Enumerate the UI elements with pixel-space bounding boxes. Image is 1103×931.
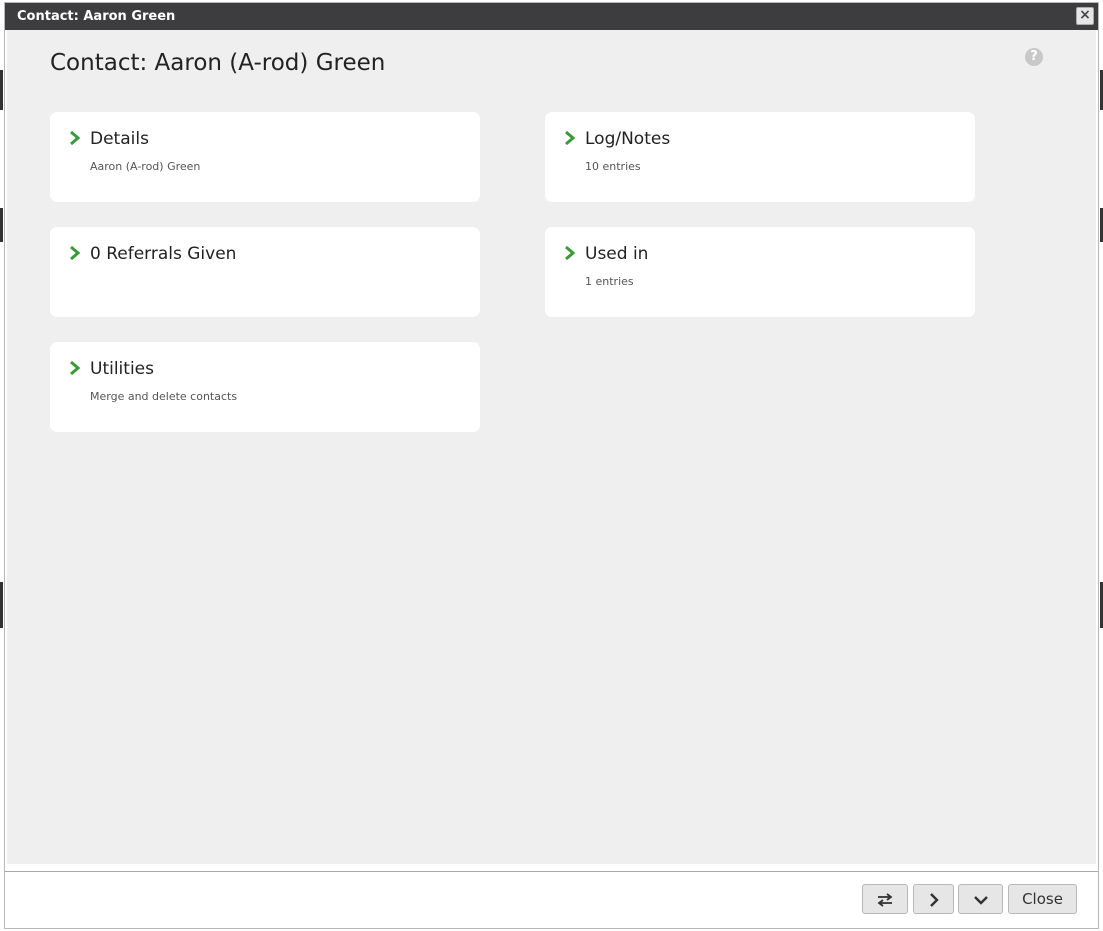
card-used-in[interactable]: Used in 1 entries <box>545 227 975 317</box>
card-log-notes[interactable]: Log/Notes 10 entries <box>545 112 975 202</box>
dialog-close-button[interactable]: × <box>1076 7 1094 25</box>
card-subtitle: 1 entries <box>585 275 634 288</box>
expand-button[interactable] <box>958 884 1003 914</box>
card-title: Used in <box>585 244 649 264</box>
help-icon[interactable]: ? <box>1025 48 1043 66</box>
close-button[interactable]: Close <box>1008 884 1077 914</box>
background-edge-mark <box>0 70 3 110</box>
swap-arrows-icon <box>877 892 893 907</box>
card-title: Details <box>90 129 149 149</box>
contact-dialog: Contact: Aaron Green × Contact: Aaron (A… <box>4 2 1099 929</box>
chevron-right-icon <box>565 130 576 146</box>
card-subtitle: Merge and delete contacts <box>90 390 238 403</box>
chevron-right-icon <box>70 360 81 376</box>
card-title: Utilities <box>90 359 154 379</box>
background-edge-mark <box>0 208 3 242</box>
card-subtitle: 10 entries <box>585 160 641 173</box>
swap-button[interactable] <box>862 884 908 914</box>
card-referrals-given[interactable]: 0 Referrals Given <box>50 227 480 317</box>
chevron-right-icon <box>565 245 576 261</box>
card-title: 0 Referrals Given <box>90 244 237 264</box>
card-subtitle: Aaron (A-rod) Green <box>90 160 201 173</box>
chevron-right-icon <box>70 130 81 146</box>
dialog-titlebar[interactable]: Contact: Aaron Green × <box>5 3 1098 30</box>
next-button[interactable] <box>913 884 954 914</box>
background-edge-mark <box>0 582 3 628</box>
dialog-content: Contact: Aaron (A-rod) Green ? Details A… <box>7 30 1096 864</box>
page-title: Contact: Aaron (A-rod) Green <box>50 50 386 76</box>
card-utilities[interactable]: Utilities Merge and delete contacts <box>50 342 480 432</box>
chevron-right-icon <box>929 892 939 907</box>
card-details[interactable]: Details Aaron (A-rod) Green <box>50 112 480 202</box>
footer-divider <box>5 871 1098 872</box>
card-title: Log/Notes <box>585 129 671 149</box>
chevron-right-icon <box>70 245 81 261</box>
close-icon: × <box>1079 7 1091 23</box>
dialog-title: Contact: Aaron Green <box>17 9 176 24</box>
chevron-down-icon <box>973 895 988 905</box>
